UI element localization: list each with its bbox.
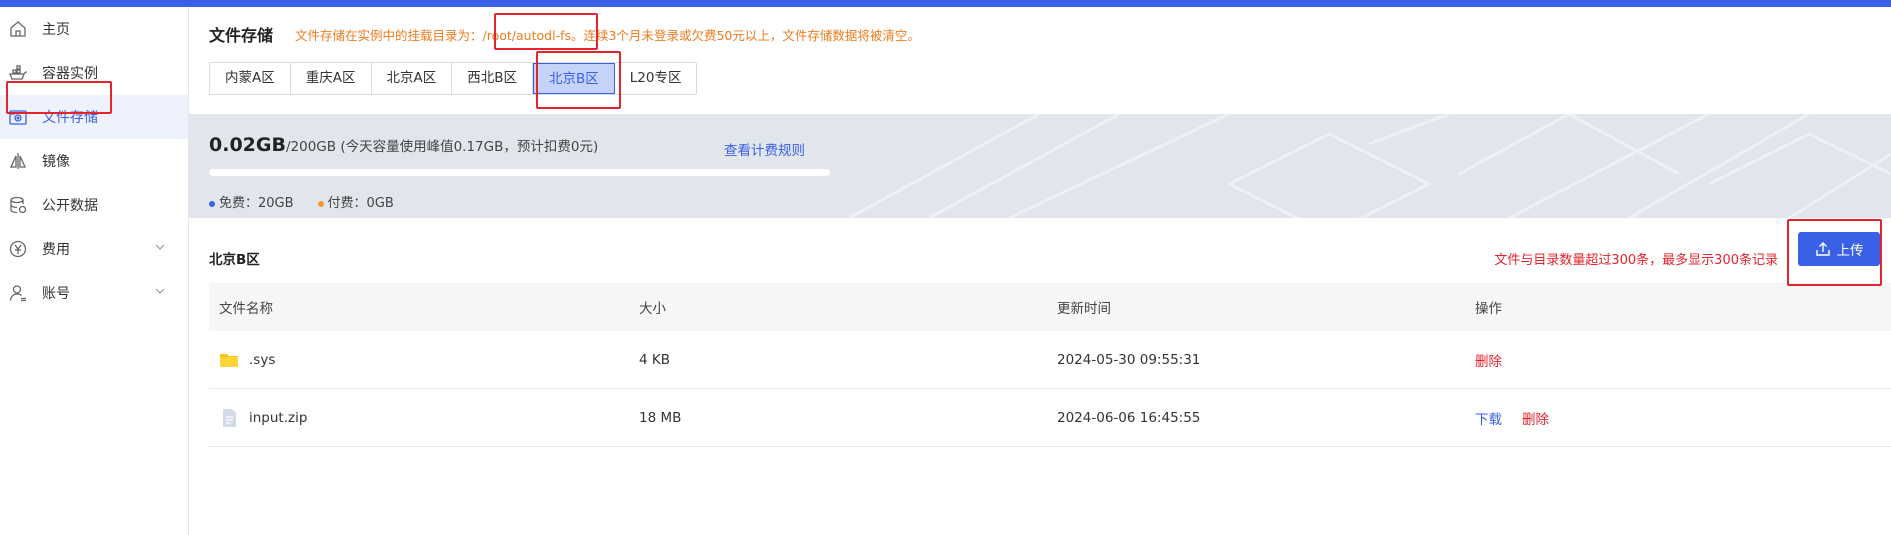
column-header: 文件名称 — [219, 301, 273, 317]
file-size: 18 MB — [639, 409, 682, 426]
column-header: 操作 — [1475, 301, 1502, 317]
storage-icon — [8, 107, 28, 127]
chevron-down-icon — [155, 288, 165, 294]
sidebar-item-label: 文件存储 — [42, 110, 98, 126]
sidebar: 主页 容器实例 文件存储 镜像 公开数据 费用 账号 — [0, 7, 189, 535]
yen-icon — [8, 239, 28, 259]
column-header: 大小 — [639, 301, 666, 317]
file-size: 4 KB — [639, 351, 670, 368]
free-dot-icon — [209, 200, 215, 207]
sidebar-item-label: 公开数据 — [42, 198, 98, 214]
usage-legend: 免费：20GB 付费：0GB — [209, 192, 394, 211]
decorative-pattern — [848, 114, 1891, 218]
usage-note: (今天容量使用峰值0.17GB，预计扣费0元) — [340, 139, 599, 155]
file-actions: 删除 — [1465, 350, 1891, 370]
record-limit-note: 文件与目录数量超过300条，最多显示300条记录 — [1494, 253, 1778, 268]
paid-dot-icon — [317, 200, 324, 207]
sidebar-item-account[interactable]: 账号 — [0, 271, 188, 315]
tab-region[interactable]: 北京A区 — [371, 63, 453, 94]
page-title: 文件存储 — [209, 26, 274, 45]
sidebar-item-label: 容器实例 — [42, 66, 98, 82]
folder-icon — [220, 353, 238, 367]
upload-icon — [1815, 242, 1830, 256]
table-header: 文件名称 大小 更新时间 操作 — [209, 283, 1891, 331]
sidebar-item-home[interactable]: 主页 — [0, 7, 188, 51]
chevron-down-icon — [155, 244, 165, 250]
region-tabs: 内蒙A区 重庆A区 北京A区 西北B区 北京B区 L20专区 — [209, 62, 698, 95]
upload-label: 上传 — [1836, 243, 1864, 259]
file-actions: 下载 删除 — [1465, 408, 1891, 428]
top-accent-bar — [0, 0, 1891, 7]
notice-suffix: 。连续3个月未登录或欠费50元以上，文件存储数据将被清空。 — [570, 27, 920, 43]
tab-region[interactable]: L20专区 — [614, 63, 697, 94]
file-table: 文件名称 大小 更新时间 操作 .sys 4 KB 2024-05-30 09:… — [209, 283, 1891, 447]
sidebar-item-label: 费用 — [42, 242, 70, 258]
paid-label: 付费：0GB — [327, 196, 394, 211]
sidebar-item-billing[interactable]: 费用 — [0, 227, 188, 271]
free-label: 免费：20GB — [219, 196, 294, 211]
tab-region[interactable]: 重庆A区 — [290, 63, 372, 94]
file-updated: 2024-05-30 09:55:31 — [1057, 351, 1201, 368]
sidebar-item-public-data[interactable]: 公开数据 — [0, 183, 188, 227]
user-icon — [8, 283, 28, 303]
file-name[interactable]: .sys — [249, 352, 275, 368]
tab-region-active[interactable]: 北京B区 — [533, 63, 615, 94]
used-value: 0.02GB — [209, 134, 286, 156]
container-icon — [8, 63, 28, 83]
home-icon — [8, 19, 28, 39]
billing-rules-link[interactable]: 查看计费规则 — [724, 139, 805, 159]
download-link[interactable]: 下载 — [1475, 408, 1502, 428]
sidebar-item-label: 镜像 — [42, 154, 70, 170]
table-row: .sys 4 KB 2024-05-30 09:55:31 删除 — [209, 331, 1891, 389]
legend-free: 免费：20GB — [209, 192, 294, 211]
column-header: 更新时间 — [1057, 301, 1111, 317]
total-value: /200GB — [285, 139, 337, 155]
sidebar-item-images[interactable]: 镜像 — [0, 139, 188, 183]
storage-used: 0.02GB/200GB (今天容量使用峰值0.17GB，预计扣费0元) — [209, 134, 598, 156]
notice-prefix: 文件存储在实例中的挂载目录为： — [295, 27, 483, 43]
region-title: 北京B区 — [209, 252, 260, 268]
usage-progress-bar — [209, 169, 830, 176]
mount-path: /root/autodl-fs — [482, 27, 571, 43]
file-name[interactable]: input.zip — [249, 410, 307, 426]
tab-region[interactable]: 西北B区 — [452, 63, 534, 94]
file-icon — [223, 408, 236, 427]
file-name-cell: .sys — [209, 350, 629, 370]
legend-paid: 付费：0GB — [317, 192, 394, 211]
mount-notice: 文件存储在实例中的挂载目录为：/root/autodl-fs。连续3个月未登录或… — [295, 25, 920, 44]
delete-link[interactable]: 删除 — [1475, 350, 1502, 370]
file-updated: 2024-06-06 16:45:55 — [1057, 409, 1201, 426]
upload-button[interactable]: 上传 — [1798, 232, 1880, 266]
database-icon — [8, 195, 28, 215]
usage-panel: 0.02GB/200GB (今天容量使用峰值0.17GB，预计扣费0元) 查看计… — [189, 114, 1891, 218]
mirror-icon — [8, 151, 28, 171]
main-content: 文件存储 文件存储在实例中的挂载目录为：/root/autodl-fs。连续3个… — [189, 7, 1891, 535]
sidebar-item-containers[interactable]: 容器实例 — [0, 51, 188, 95]
delete-link[interactable]: 删除 — [1522, 408, 1549, 428]
sidebar-item-label: 账号 — [42, 286, 70, 302]
sidebar-item-file-storage[interactable]: 文件存储 — [0, 95, 188, 139]
table-row: input.zip 18 MB 2024-06-06 16:45:55 下载 删… — [209, 389, 1891, 447]
header: 文件存储 文件存储在实例中的挂载目录为：/root/autodl-fs。连续3个… — [209, 22, 920, 46]
file-name-cell: input.zip — [209, 408, 629, 428]
tab-region[interactable]: 内蒙A区 — [210, 63, 291, 94]
sidebar-item-label: 主页 — [42, 22, 70, 38]
